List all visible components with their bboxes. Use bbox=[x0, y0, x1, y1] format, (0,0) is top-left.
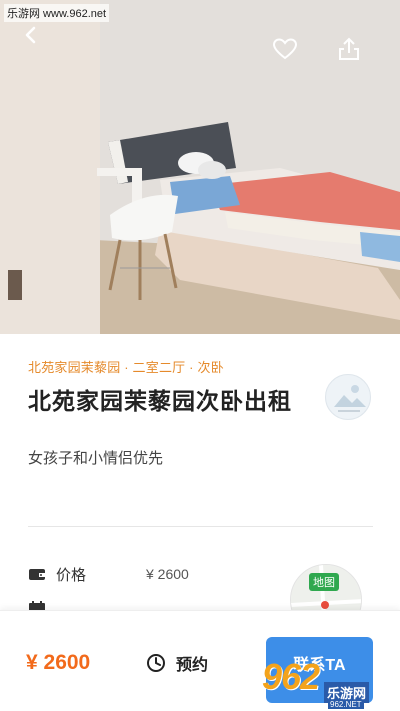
chevron-left-icon bbox=[25, 26, 36, 44]
listing-title: 北苑家园茉藜园次卧出租 bbox=[28, 388, 292, 414]
listing-photo[interactable]: 乐游网 www.962.net bbox=[0, 0, 400, 334]
landscape-avatar-icon bbox=[334, 385, 366, 412]
map-label: 地图 bbox=[309, 573, 339, 591]
reserve-button[interactable]: 预约 bbox=[146, 651, 208, 675]
bottom-price: ¥ 2600 bbox=[26, 651, 91, 674]
info-label: 价格 bbox=[56, 566, 87, 584]
clock-icon bbox=[147, 654, 165, 672]
listing-breadcrumb: 北苑家园茉藜园 · 二室二厅 · 次卧 bbox=[28, 360, 224, 375]
watermark-url: 962.NET bbox=[328, 700, 364, 709]
watermark-logo: 962 乐游网 962.NET bbox=[262, 656, 400, 711]
reserve-label: 预约 bbox=[176, 657, 209, 674]
info-value: ¥ 2600 bbox=[146, 566, 189, 582]
watermark-number: 962 bbox=[262, 656, 320, 697]
listing-subtitle: 女孩子和小情侣优先 bbox=[28, 450, 164, 467]
info-row-price: 价格 ¥ 2600 bbox=[28, 562, 189, 586]
back-button[interactable] bbox=[14, 18, 48, 52]
share-icon bbox=[339, 37, 359, 60]
heart-icon bbox=[272, 38, 298, 60]
avatar[interactable] bbox=[325, 374, 371, 420]
divider bbox=[28, 526, 373, 527]
share-button[interactable] bbox=[332, 32, 366, 66]
wallet-icon bbox=[28, 565, 46, 583]
favorite-button[interactable] bbox=[268, 32, 302, 66]
